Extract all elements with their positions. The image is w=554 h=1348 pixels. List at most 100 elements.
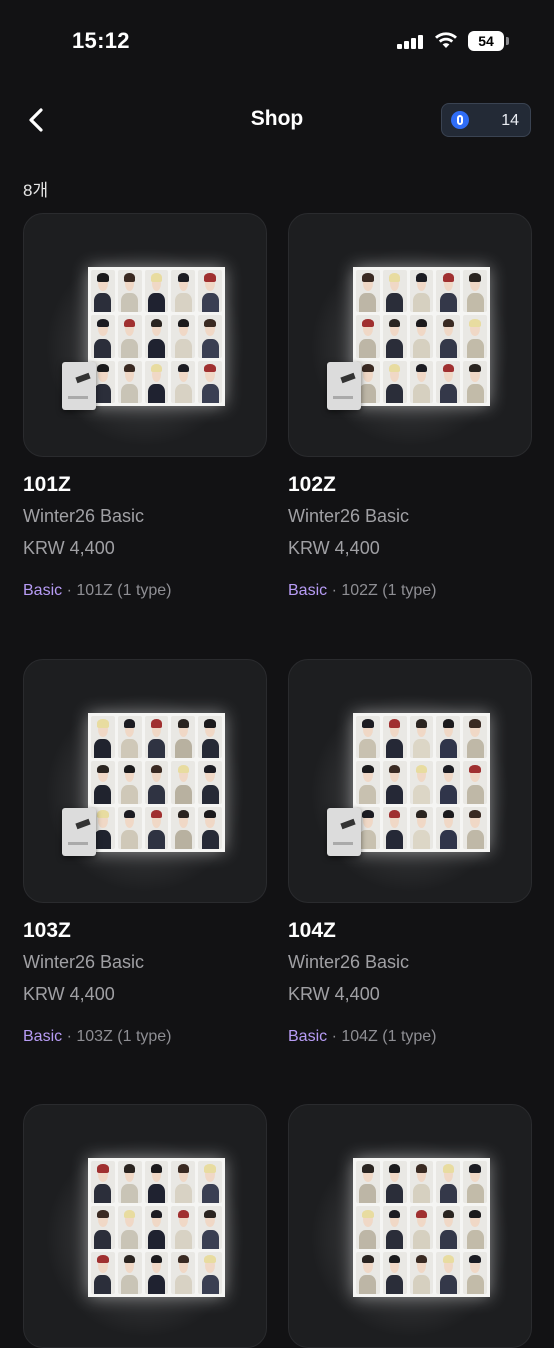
photocard-thumbnail xyxy=(356,716,380,759)
card-pack-icon xyxy=(327,808,361,856)
photocard-sheet xyxy=(353,267,490,406)
photocard-thumbnail xyxy=(198,806,222,849)
photocard-thumbnail xyxy=(171,315,196,358)
photocard-thumbnail xyxy=(382,806,407,849)
photocard-thumbnail xyxy=(117,360,142,403)
photocard-thumbnail xyxy=(382,716,407,759)
photocard-thumbnail xyxy=(198,315,222,358)
photocard-thumbnail xyxy=(356,1251,380,1294)
photocard-thumbnail xyxy=(144,806,169,849)
points-balance-button[interactable]: 14 xyxy=(441,103,531,137)
product-subtitle: Winter26 Basic xyxy=(23,952,145,972)
product-image[interactable] xyxy=(288,213,532,457)
status-bar: 15:12 54 xyxy=(0,0,554,80)
photocard-thumbnail xyxy=(171,716,196,759)
photocard-thumbnail xyxy=(382,360,407,403)
photocard-thumbnail xyxy=(436,761,461,804)
photocard-thumbnail xyxy=(463,806,487,849)
photocard-thumbnail xyxy=(117,1206,142,1249)
tier-tag: Basic xyxy=(288,1028,328,1045)
photocard-thumbnail xyxy=(382,315,407,358)
photocard-thumbnail xyxy=(436,1161,461,1204)
photocard-thumbnail xyxy=(117,761,142,804)
photocard-thumbnail xyxy=(463,761,487,804)
tier-tag: Basic xyxy=(288,582,328,599)
photocard-sheet xyxy=(353,1158,490,1297)
card-pack-icon xyxy=(62,362,96,410)
photocard-thumbnail xyxy=(356,1206,380,1249)
photocard-thumbnail xyxy=(91,716,115,759)
photocard-thumbnail xyxy=(91,1161,115,1204)
photocard-thumbnail xyxy=(409,1251,434,1294)
photocard-thumbnail xyxy=(436,270,461,313)
product-image[interactable] xyxy=(288,1104,532,1348)
product-detail: · 103Z (1 type) xyxy=(66,1028,172,1045)
photocard-thumbnail xyxy=(117,716,142,759)
photocard-thumbnail xyxy=(409,761,434,804)
photocard-thumbnail xyxy=(117,1251,142,1294)
product-name: 103Z xyxy=(23,919,71,942)
photocard-sheet xyxy=(88,713,225,852)
photocard-thumbnail xyxy=(436,360,461,403)
product-name: 102Z xyxy=(288,473,336,496)
photocard-thumbnail xyxy=(144,716,169,759)
product-price: KRW 4,400 xyxy=(288,538,380,558)
photocard-thumbnail xyxy=(463,360,487,403)
photocard-thumbnail xyxy=(198,761,222,804)
photocard-thumbnail xyxy=(171,761,196,804)
photocard-thumbnail xyxy=(436,806,461,849)
photocard-sheet xyxy=(88,1158,225,1297)
product-image[interactable] xyxy=(23,659,267,903)
photocard-thumbnail xyxy=(409,716,434,759)
product-image[interactable] xyxy=(288,659,532,903)
photocard-thumbnail xyxy=(382,270,407,313)
photocard-thumbnail xyxy=(463,315,487,358)
photocard-thumbnail xyxy=(409,806,434,849)
photocard-thumbnail xyxy=(117,270,142,313)
coin-icon xyxy=(451,111,469,129)
photocard-thumbnail xyxy=(198,270,222,313)
product-meta: Basic · 103Z (1 type) xyxy=(23,1028,172,1046)
photocard-thumbnail xyxy=(171,1251,196,1294)
photocard-thumbnail xyxy=(91,1206,115,1249)
photocard-thumbnail xyxy=(409,360,434,403)
product-detail: · 102Z (1 type) xyxy=(331,582,437,599)
battery-cap xyxy=(506,37,509,45)
photocard-thumbnail xyxy=(436,716,461,759)
product-name: 104Z xyxy=(288,919,336,942)
photocard-thumbnail xyxy=(144,360,169,403)
photocard-thumbnail xyxy=(117,315,142,358)
photocard-thumbnail xyxy=(171,270,196,313)
photocard-thumbnail xyxy=(117,806,142,849)
photocard-thumbnail xyxy=(463,716,487,759)
product-meta: Basic · 102Z (1 type) xyxy=(288,582,437,600)
photocard-thumbnail xyxy=(198,1161,222,1204)
product-subtitle: Winter26 Basic xyxy=(288,952,410,972)
photocard-thumbnail xyxy=(409,315,434,358)
photocard-thumbnail xyxy=(171,1161,196,1204)
photocard-thumbnail xyxy=(171,1206,196,1249)
photocard-thumbnail xyxy=(198,716,222,759)
wifi-icon xyxy=(435,32,457,48)
product-image[interactable] xyxy=(23,213,267,457)
product-price: KRW 4,400 xyxy=(288,984,380,1004)
photocard-thumbnail xyxy=(382,761,407,804)
photocard-thumbnail xyxy=(436,315,461,358)
points-value: 14 xyxy=(501,112,519,129)
card-pack-icon xyxy=(327,362,361,410)
photocard-thumbnail xyxy=(436,1251,461,1294)
photocard-thumbnail xyxy=(463,270,487,313)
photocard-thumbnail xyxy=(356,315,380,358)
photocard-thumbnail xyxy=(144,270,169,313)
photocard-thumbnail xyxy=(198,1251,222,1294)
battery-icon: 54 xyxy=(468,31,504,51)
photocard-thumbnail xyxy=(91,315,115,358)
product-image[interactable] xyxy=(23,1104,267,1348)
product-detail: · 101Z (1 type) xyxy=(66,582,172,599)
photocard-sheet xyxy=(353,713,490,852)
photocard-thumbnail xyxy=(91,1251,115,1294)
product-name: 101Z xyxy=(23,473,71,496)
photocard-thumbnail xyxy=(144,1161,169,1204)
photocard-thumbnail xyxy=(356,761,380,804)
cellular-signal-icon xyxy=(397,35,425,49)
